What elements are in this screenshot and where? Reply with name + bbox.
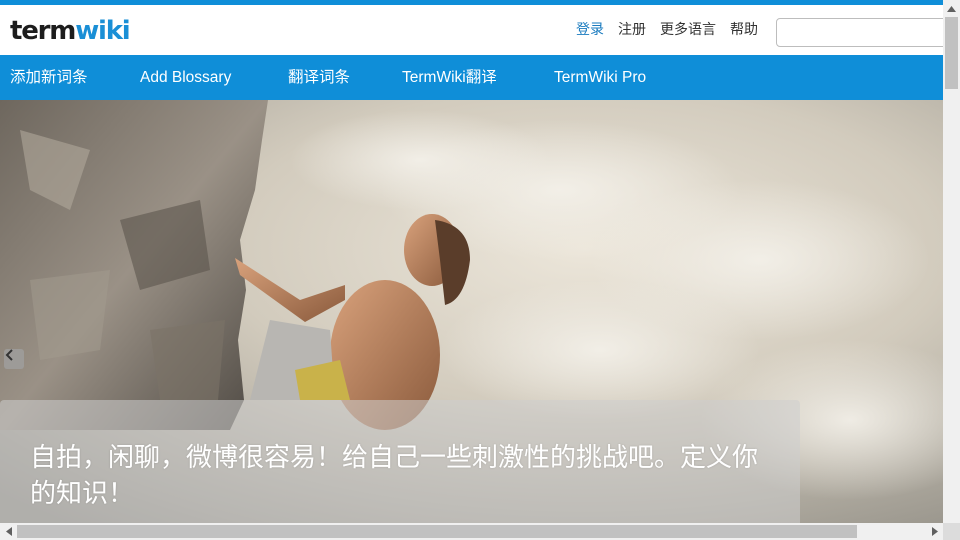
scroll-up-icon[interactable]: [943, 0, 960, 17]
hero-slider: 自拍，闲聊，微博很容易！给自己一些刺激性的挑战吧。定义你的知识！: [0, 100, 943, 523]
vertical-scroll-thumb[interactable]: [945, 17, 958, 89]
logo-text-wiki: wiki: [75, 16, 131, 46]
chevron-left-icon: [5, 349, 13, 361]
nav-translate-term[interactable]: 翻译词条: [288, 55, 350, 100]
search-input[interactable]: [776, 18, 943, 47]
horizontal-scrollbar[interactable]: [0, 523, 943, 540]
scroll-right-icon[interactable]: [926, 523, 943, 540]
register-link[interactable]: 注册: [618, 19, 646, 41]
top-links: 登录 注册 更多语言 帮助: [576, 19, 772, 41]
nav-add-blossary[interactable]: Add Blossary: [140, 55, 231, 100]
hero-caption-box: 自拍，闲聊，微博很容易！给自己一些刺激性的挑战吧。定义你的知识！: [0, 400, 800, 523]
horizontal-scroll-thumb[interactable]: [17, 525, 857, 538]
more-languages-link[interactable]: 更多语言: [660, 19, 716, 41]
slider-prev-button[interactable]: [4, 349, 24, 369]
page: term wiki 登录 注册 更多语言 帮助 添加新词条 Add Blossar…: [0, 0, 943, 523]
nav-termwiki-translate[interactable]: TermWiki翻译: [402, 55, 497, 100]
main-nav: 添加新词条 Add Blossary 翻译词条 TermWiki翻译 TermW…: [0, 55, 943, 100]
nav-add-term[interactable]: 添加新词条: [10, 55, 88, 100]
login-link[interactable]: 登录: [576, 19, 604, 41]
help-link[interactable]: 帮助: [730, 19, 758, 41]
site-header: term wiki 登录 注册 更多语言 帮助: [0, 5, 943, 55]
scrollbar-corner: [943, 523, 960, 540]
vertical-scrollbar[interactable]: [943, 0, 960, 523]
logo-text-term: term: [10, 16, 76, 46]
termwiki-logo[interactable]: term wiki: [10, 15, 131, 47]
scroll-left-icon[interactable]: [0, 523, 17, 540]
nav-termwiki-pro[interactable]: TermWiki Pro: [554, 55, 646, 100]
hero-caption-text: 自拍，闲聊，微博很容易！给自己一些刺激性的挑战吧。定义你的知识！: [30, 443, 759, 509]
